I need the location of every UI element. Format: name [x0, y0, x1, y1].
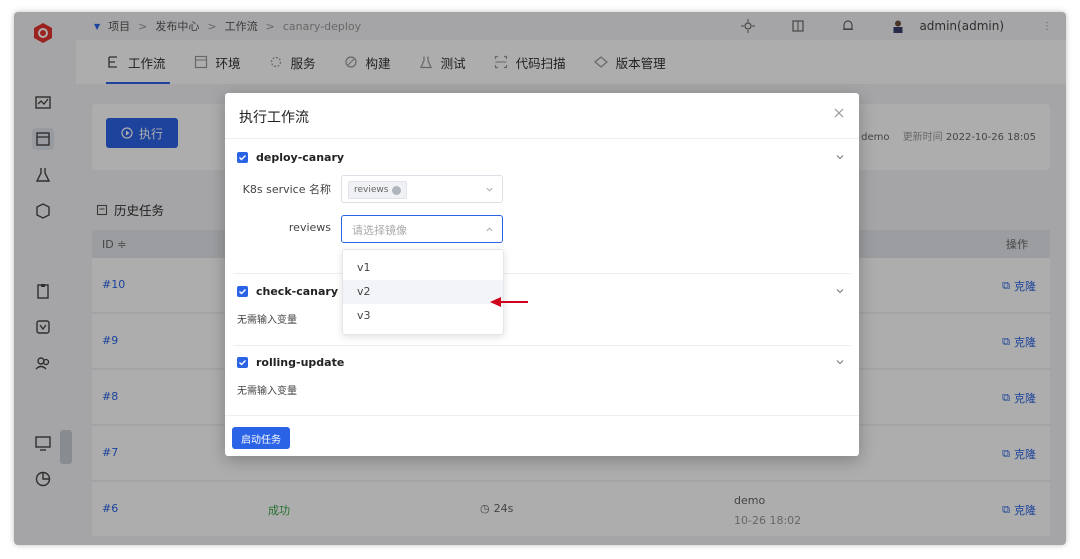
image-dropdown: v1 v2 v3: [342, 249, 504, 335]
chevron-down-icon[interactable]: [835, 286, 845, 296]
k8s-service-select[interactable]: reviews: [341, 175, 503, 203]
checkbox-checked-icon[interactable]: [237, 357, 248, 368]
dropdown-option-v3[interactable]: v3: [343, 304, 503, 328]
app-window: ▼ 项目 > 发布中心 > 工作流 > canary-deploy admin(…: [14, 12, 1066, 545]
job-check-canary[interactable]: check-canary: [237, 285, 338, 298]
chevron-up-icon: [486, 227, 493, 232]
chevron-down-icon[interactable]: [835, 357, 845, 367]
job-name: check-canary: [256, 285, 339, 298]
job-name: rolling-update: [256, 356, 345, 369]
option-label: v2: [357, 285, 371, 298]
option-label: v3: [357, 309, 371, 322]
execute-workflow-modal: 执行工作流 deploy-canary K8s service 名称 revie…: [225, 93, 859, 456]
image-select[interactable]: 请选择镜像: [341, 215, 503, 243]
dropdown-option-v2[interactable]: v2: [343, 280, 503, 304]
job-divider: [233, 345, 851, 346]
dropdown-option-v1[interactable]: v1: [343, 256, 503, 280]
checkbox-checked-icon[interactable]: [237, 286, 248, 297]
modal-title: 执行工作流: [239, 110, 309, 126]
job-note: 无需输入变量: [237, 386, 297, 397]
option-label: v1: [357, 261, 371, 274]
k8s-service-label: K8s service 名称: [242, 183, 331, 196]
job-name: deploy-canary: [256, 151, 345, 164]
image-select-placeholder: 请选择镜像: [352, 224, 407, 237]
close-icon[interactable]: [833, 107, 845, 119]
tag-label: reviews: [354, 185, 389, 195]
job-divider: [233, 273, 851, 274]
job-rolling-update[interactable]: rolling-update: [237, 356, 344, 369]
checkbox-checked-icon[interactable]: [237, 152, 248, 163]
job-note: 无需输入变量: [237, 315, 297, 326]
modal-footer-divider: [225, 415, 859, 416]
start-task-button[interactable]: 启动任务: [232, 427, 290, 449]
annotation-arrow-icon: [490, 297, 528, 307]
chevron-down-icon[interactable]: [835, 152, 845, 162]
job-deploy-canary[interactable]: deploy-canary: [237, 151, 344, 164]
tag-remove-icon[interactable]: [392, 185, 402, 195]
selected-tag: reviews: [348, 181, 408, 199]
modal-divider: [225, 138, 859, 139]
reviews-label: reviews: [288, 221, 331, 234]
chevron-down-icon: [486, 187, 493, 192]
